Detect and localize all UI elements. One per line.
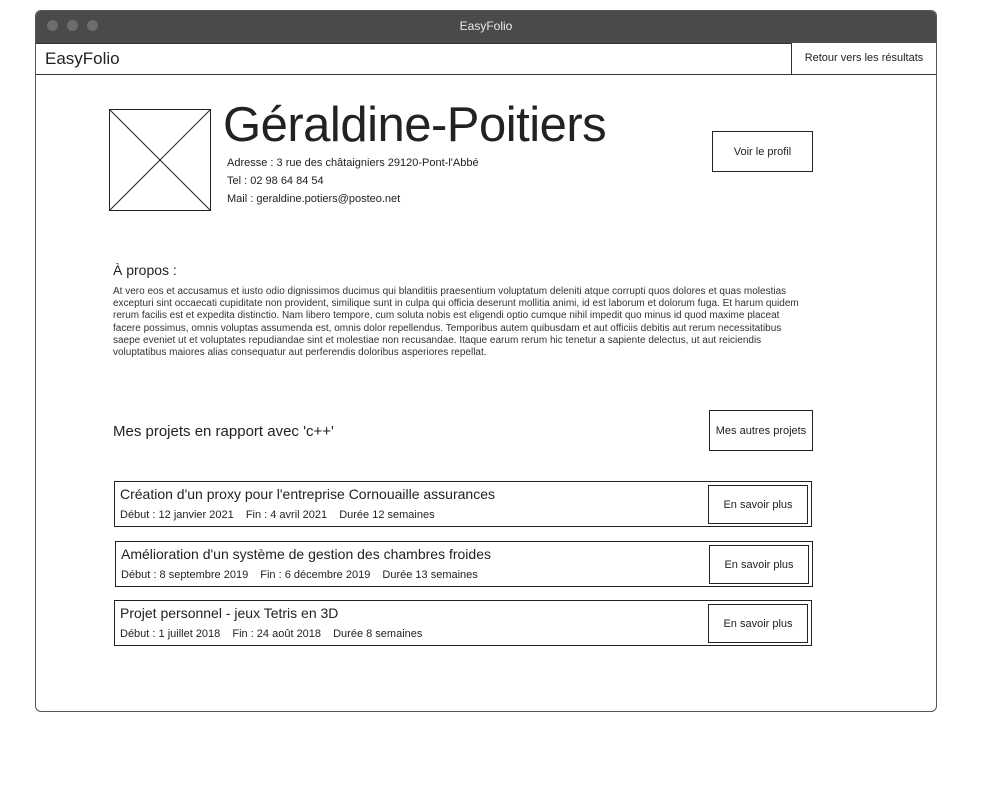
learn-more-button[interactable]: En savoir plus xyxy=(708,604,808,643)
learn-more-button[interactable]: En savoir plus xyxy=(708,485,808,524)
project-duration: Durée 12 semaines xyxy=(339,509,435,521)
project-title: Projet personnel - jeux Tetris en 3D xyxy=(120,605,339,621)
project-start: Début : 12 janvier 2021 xyxy=(120,509,234,521)
brand-logo[interactable]: EasyFolio xyxy=(45,49,120,69)
project-card: Projet personnel - jeux Tetris en 3D Déb… xyxy=(114,600,812,646)
profile-address: Adresse : 3 rue des châtaigniers 29120-P… xyxy=(227,157,479,169)
project-card: Création d'un proxy pour l'entreprise Co… xyxy=(114,481,812,527)
project-title: Création d'un proxy pour l'entreprise Co… xyxy=(120,486,495,502)
profile-name: Géraldine-Poitiers xyxy=(223,98,607,152)
project-end: Fin : 24 août 2018 xyxy=(232,628,322,640)
image-placeholder-icon xyxy=(109,109,211,211)
project-title: Amélioration d'un système de gestion des… xyxy=(121,546,491,562)
projects-heading: Mes projets en rapport avec 'c++' xyxy=(113,423,334,440)
project-start: Début : 1 juillet 2018 xyxy=(120,628,221,640)
window-title: EasyFolio xyxy=(459,19,513,33)
project-end: Fin : 4 avril 2021 xyxy=(245,509,328,521)
other-projects-button[interactable]: Mes autres projets xyxy=(709,410,813,451)
profile-phone: Tel : 02 98 64 84 54 xyxy=(227,175,324,187)
about-heading: À propos : xyxy=(113,262,177,278)
project-dates: Début : 1 juillet 2018 Fin : 24 août 201… xyxy=(120,628,431,640)
avatar-placeholder xyxy=(109,109,211,211)
project-duration: Durée 8 semaines xyxy=(333,628,423,640)
view-profile-button[interactable]: Voir le profil xyxy=(712,131,813,172)
project-start: Début : 8 septembre 2019 xyxy=(121,569,249,581)
app-window: EasyFolio EasyFolio Retour vers les résu… xyxy=(35,10,937,712)
navbar: EasyFolio Retour vers les résultats xyxy=(36,43,936,75)
project-dates: Début : 8 septembre 2019 Fin : 6 décembr… xyxy=(121,569,487,581)
profile-mail: Mail : geraldine.potiers@posteo.net xyxy=(227,193,401,205)
project-duration: Durée 13 semaines xyxy=(382,569,478,581)
project-card: Amélioration d'un système de gestion des… xyxy=(115,541,813,587)
title-bar: EasyFolio xyxy=(36,11,936,44)
back-to-results-button[interactable]: Retour vers les résultats xyxy=(791,43,936,74)
project-dates: Début : 12 janvier 2021 Fin : 4 avril 20… xyxy=(120,509,444,521)
learn-more-button[interactable]: En savoir plus xyxy=(709,545,809,584)
about-text: At vero eos et accusamus et iusto odio d… xyxy=(113,286,799,359)
project-end: Fin : 6 décembre 2019 xyxy=(260,569,371,581)
